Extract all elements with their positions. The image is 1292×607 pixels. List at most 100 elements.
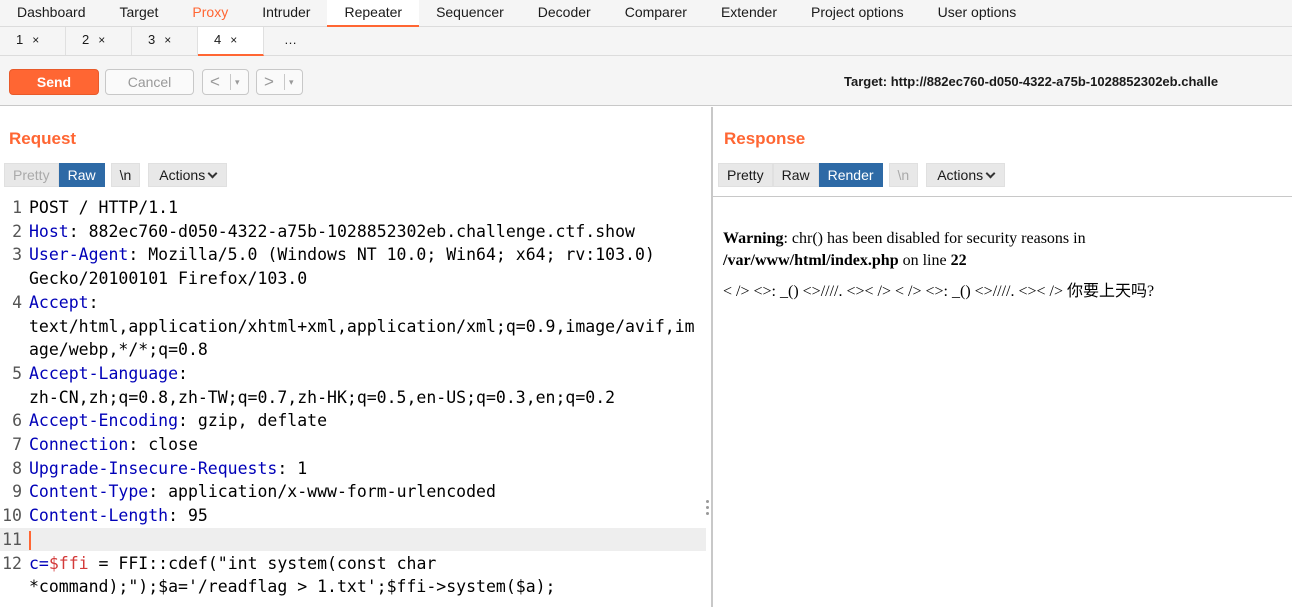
cancel-button[interactable]: Cancel (105, 69, 194, 95)
editor-line: age/webp,*/*;q=0.8 (0, 338, 706, 362)
editor-line: 7 Connection: close (0, 433, 706, 457)
new-tab-button[interactable]: … (264, 27, 330, 55)
repeater-tab-bar: 1 × 2 × 3 × 4 × … (0, 27, 1292, 56)
line-number: 6 (12, 411, 22, 431)
line-text: age/webp,*/*;q=0.8 (29, 340, 208, 360)
editor-line: *command);");$a='/readflag > 1.txt';$ffi… (0, 575, 706, 599)
response-render-view: Warning: chr() has been disabled for sec… (713, 196, 1292, 607)
warning-label: Warning (723, 230, 784, 247)
editor-line: 12 c=$ffi = FFI::cdef("int system(const c… (0, 552, 706, 576)
header-name: User-Agent (29, 245, 129, 265)
header-name: Host (29, 221, 69, 241)
dropdown-arrow-icon[interactable]: ▾ (289, 70, 294, 94)
line-text: Host: 882ec760-d050-4322-a75b-1028852302… (29, 220, 635, 244)
tab-repeater[interactable]: Repeater (327, 0, 420, 27)
editor-line: 3 User-Agent: Mozilla/5.0 (Windows NT 10.… (0, 243, 706, 267)
tab-comparer[interactable]: Comparer (608, 0, 704, 26)
pretty-tab[interactable]: Pretty (718, 163, 773, 187)
repeater-tab-label: 4 (214, 32, 222, 47)
close-icon[interactable]: × (32, 33, 39, 47)
forward-button[interactable]: > ▾ (256, 69, 303, 95)
line-text: User-Agent: Mozilla/5.0 (Windows NT 10.0… (29, 243, 655, 267)
tab-user-options[interactable]: User options (921, 0, 1034, 26)
response-view-tabs: Pretty Raw Render \n Actions (718, 163, 1006, 187)
button-separator (284, 74, 285, 90)
chevron-down-icon (985, 168, 996, 179)
line-number: 11 (2, 529, 22, 549)
repeater-tab-label: 1 (16, 32, 24, 47)
editor-line-current: 11 (0, 527, 706, 552)
repeater-tab-label: 3 (148, 32, 156, 47)
warning-text: : chr() has been disabled for security r… (783, 230, 1086, 247)
editor-line: 2 Host: 882ec760-d050-4322-a75b-102885230… (0, 220, 706, 244)
line-text: Upgrade-Insecure-Requests: 1 (29, 457, 307, 481)
repeater-tab-1[interactable]: 1 × (0, 27, 66, 55)
warning-online: on line (898, 252, 951, 269)
actions-menu[interactable]: Actions (926, 163, 1006, 187)
line-number: 3 (12, 245, 22, 265)
back-button[interactable]: < ▾ (202, 69, 249, 95)
raw-tab[interactable]: Raw (772, 163, 819, 187)
tab-extender[interactable]: Extender (704, 0, 794, 26)
request-view-tabs: Pretty Raw \n Actions (4, 163, 228, 187)
editor-line: 1 POST / HTTP/1.1 (0, 196, 706, 220)
header-value: : gzip, deflate (178, 411, 328, 431)
tab-intruder[interactable]: Intruder (245, 0, 327, 26)
tab-decoder[interactable]: Decoder (521, 0, 608, 26)
render-tab[interactable]: Render (818, 163, 883, 187)
line-text: Accept-Encoding: gzip, deflate (29, 409, 327, 433)
header-name: Accept-Encoding (29, 411, 179, 431)
header-name: Accept-Language (29, 363, 179, 383)
dropdown-arrow-icon[interactable]: ▾ (235, 70, 240, 94)
actions-label: Actions (937, 167, 984, 183)
line-number: 1 (12, 198, 22, 217)
editor-line: 5 Accept-Language: (0, 362, 706, 386)
header-value: : 882ec760-d050-4322-a75b-1028852302eb.c… (68, 221, 635, 241)
line-text (29, 528, 31, 552)
header-value: : application/x-www-form-urlencoded (148, 482, 496, 502)
target-url[interactable]: Target: http://882ec760-d050-4322-a75b-1… (844, 74, 1218, 89)
tab-proxy[interactable]: Proxy (175, 0, 245, 26)
param-variable: $ffi (48, 553, 89, 573)
pretty-tab[interactable]: Pretty (4, 163, 59, 187)
send-button[interactable]: Send (9, 69, 99, 95)
close-icon[interactable]: × (164, 33, 171, 47)
button-separator (230, 74, 231, 90)
header-name: Content-Length (29, 506, 169, 526)
header-name: Connection (29, 435, 129, 454)
warning-line: Warning: chr() has been disabled for sec… (723, 230, 1086, 248)
line-text: zh-CN,zh;q=0.8,zh-TW;q=0.7,zh-HK;q=0.5,e… (29, 387, 616, 407)
header-name: Content-Type (29, 482, 149, 502)
editor-line: 6 Accept-Encoding: gzip, deflate (0, 409, 706, 433)
raw-tab[interactable]: Raw (58, 163, 105, 187)
newline-toggle[interactable]: \n (110, 163, 141, 187)
line-text: c=$ffi = FFI::cdef("int system(const cha… (29, 552, 436, 576)
response-title: Response (724, 129, 806, 148)
repeater-tab-4[interactable]: 4 × (198, 27, 264, 56)
response-body-text: < /> <>: _() <>////. <>< /> < /> <>: _()… (723, 283, 1155, 300)
repeater-tab-label: 2 (82, 32, 90, 47)
tab-project-options[interactable]: Project options (794, 0, 921, 26)
editor-line: Gecko/20100101 Firefox/103.0 (0, 267, 706, 291)
line-number: 10 (2, 506, 22, 526)
header-value: : (88, 292, 99, 312)
close-icon[interactable]: × (98, 33, 105, 47)
header-value: : Mozilla/5.0 (Windows NT 10.0; Win64; x… (128, 245, 655, 265)
tab-dashboard[interactable]: Dashboard (0, 0, 103, 26)
actions-menu[interactable]: Actions (148, 163, 228, 187)
newline-toggle[interactable]: \n (888, 163, 919, 187)
request-title: Request (9, 129, 77, 148)
chevron-left-icon: < (210, 72, 220, 91)
request-editor[interactable]: 1 POST / HTTP/1.1 2 Host: 882ec760-d050-43… (0, 196, 706, 607)
header-value: : (178, 363, 188, 383)
resize-handle-icon[interactable] (706, 500, 710, 520)
tab-target[interactable]: Target (103, 0, 176, 26)
line-text: text/html,application/xhtml+xml,applicat… (29, 316, 695, 336)
header-name: Upgrade-Insecure-Requests (29, 458, 278, 478)
repeater-tab-3[interactable]: 3 × (132, 27, 198, 55)
close-icon[interactable]: × (230, 33, 237, 47)
tab-sequencer[interactable]: Sequencer (419, 0, 521, 26)
line-number: 12 (2, 553, 22, 573)
repeater-tab-2[interactable]: 2 × (66, 27, 132, 55)
line-number: 4 (12, 292, 22, 312)
